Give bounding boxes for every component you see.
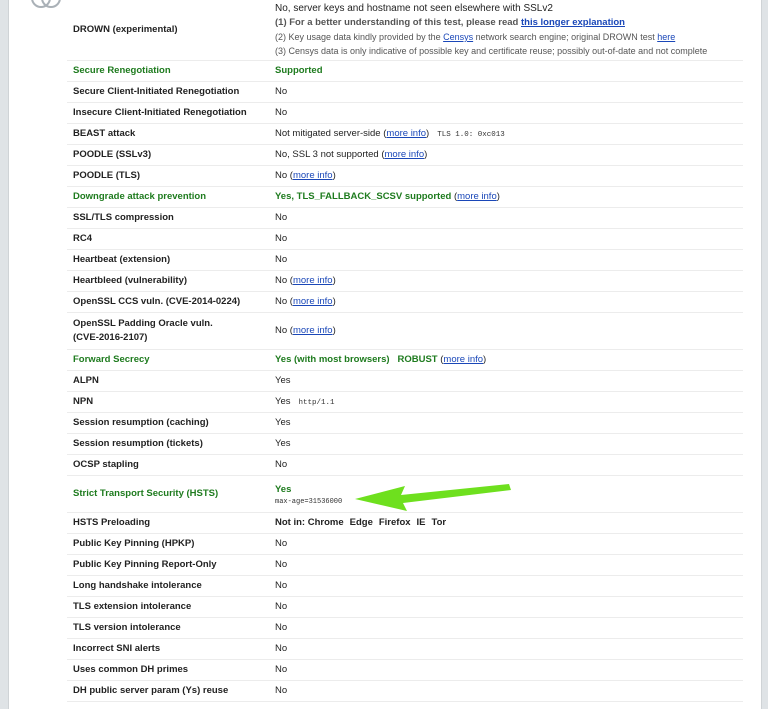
more-info-link[interactable]: more info — [457, 191, 497, 202]
hsts-preload-list: Not in: Chrome Edge Firefox IE Tor — [275, 512, 743, 534]
row-hpkp-report-only: Public Key Pinning Report-Only No — [67, 554, 743, 576]
row-session-tickets: Session resumption (tickets) Yes — [67, 433, 743, 455]
row-poodle-tls: POODLE (TLS) No (more info) — [67, 165, 743, 187]
row-tls-extension: TLS extension intolerance No — [67, 596, 743, 618]
more-info-link[interactable]: more info — [386, 128, 426, 139]
row-compression: SSL/TLS compression No — [67, 207, 743, 229]
row-ccs: OpenSSL CCS vuln. (CVE-2014-0224) No (mo… — [67, 291, 743, 313]
hsts-max-age: max-age=31536000 — [275, 497, 343, 506]
row-insecure-client-reneg: Insecure Client-Initiated Renegotiation … — [67, 102, 743, 124]
row-heartbleed: Heartbleed (vulnerability) No (more info… — [67, 270, 743, 292]
drown-note-2: (2) Key usage data kindly provided by th… — [275, 31, 676, 42]
row-tls-version: TLS version intolerance No — [67, 617, 743, 639]
row-session-caching: Session resumption (caching) Yes — [67, 412, 743, 434]
longer-explanation-link[interactable]: this longer explanation — [521, 17, 625, 28]
row-heartbeat: Heartbeat (extension) No — [67, 249, 743, 271]
censys-link[interactable]: Censys — [443, 32, 473, 42]
more-info-link[interactable]: more info — [293, 325, 333, 336]
more-info-link[interactable]: more info — [293, 275, 333, 286]
more-info-link[interactable]: more info — [293, 170, 333, 181]
more-info-link[interactable]: more info — [293, 296, 333, 307]
row-long-handshake: Long handshake intolerance No — [67, 575, 743, 597]
protocol-details-table: DROWN (experimental) No, server keys and… — [67, 0, 743, 702]
row-rc4: RC4 No — [67, 228, 743, 250]
row-hpkp: Public Key Pinning (HPKP) No — [67, 533, 743, 555]
row-secure-client-reneg: Secure Client-Initiated Renegotiation No — [67, 81, 743, 103]
beast-cipher: TLS 1.0: 0xc013 — [437, 131, 505, 139]
row-ocsp-stapling: OCSP stapling No — [67, 454, 743, 476]
row-sni-alerts: Incorrect SNI alerts No — [67, 638, 743, 660]
robust-badge: ROBUST — [397, 354, 438, 365]
row-dh-reuse: DH public server param (Ys) reuse No — [67, 680, 743, 702]
row-forward-secrecy: Forward Secrecy Yes (with most browsers)… — [67, 349, 743, 371]
refresh-icon — [31, 0, 61, 8]
row-secure-renegotiation: Secure Renegotiation Supported — [67, 60, 743, 82]
row-drown: DROWN (experimental) No, server keys and… — [67, 0, 743, 61]
more-info-link[interactable]: more info — [385, 149, 425, 160]
npn-protocol: http/1.1 — [298, 399, 335, 407]
row-dh-primes: Uses common DH primes No — [67, 659, 743, 681]
row-beast: BEAST attack Not mitigated server-side (… — [67, 123, 743, 145]
row-padding-oracle: OpenSSL Padding Oracle vuln. (CVE-2016-21… — [67, 312, 743, 350]
report-page: DROWN (experimental) No, server keys and… — [8, 0, 762, 709]
drown-note-3: (3) Censys data is only indicative of po… — [275, 45, 708, 56]
row-hsts-preloading: HSTS Preloading Not in: Chrome Edge Firefo… — [67, 512, 743, 534]
row-alpn: ALPN Yes — [67, 370, 743, 392]
row-label: DROWN (experimental) — [67, 0, 275, 61]
drown-test-link[interactable]: here — [657, 32, 675, 42]
row-npn: NPN Yes http/1.1 — [67, 391, 743, 413]
row-poodle-ssl: POODLE (SSLv3) No, SSL 3 not supported (… — [67, 144, 743, 166]
more-info-link[interactable]: more info — [443, 354, 483, 365]
drown-result: No, server keys and hostname not seen el… — [275, 2, 553, 14]
row-downgrade-prevention: Downgrade attack prevention Yes, TLS_FAL… — [67, 186, 743, 208]
drown-note-1: (1) For a better understanding of this t… — [275, 16, 625, 28]
row-hsts: Strict Transport Security (HSTS) Yes max-… — [67, 475, 743, 513]
